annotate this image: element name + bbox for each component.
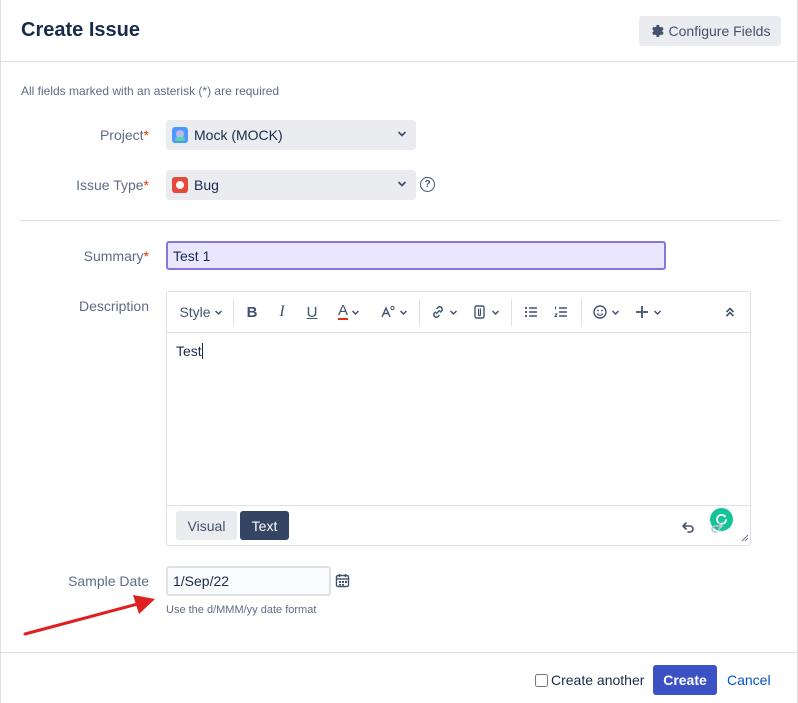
- redo-icon[interactable]: [709, 518, 725, 534]
- attachment-icon: [474, 305, 485, 319]
- insert-more-button[interactable]: [633, 300, 663, 324]
- attachment-button[interactable]: [471, 300, 501, 324]
- text-color-icon: A: [337, 302, 348, 320]
- style-dropdown[interactable]: Style: [179, 300, 223, 324]
- bullet-list-button[interactable]: [521, 300, 541, 324]
- chevron-down-icon: [449, 309, 458, 315]
- issue-type-label: Issue Type*: [76, 177, 149, 193]
- project-label: Project*: [99, 127, 149, 143]
- bold-button[interactable]: B: [242, 300, 262, 324]
- dialog-footer: Create another Create Cancel: [1, 652, 798, 703]
- bold-icon: B: [246, 303, 258, 321]
- style-label: Style: [179, 304, 211, 320]
- chevron-down-icon: [399, 309, 408, 315]
- editor-mode-bar: Visual Text: [167, 505, 750, 545]
- underline-button[interactable]: U: [302, 300, 322, 324]
- description-content: Test: [176, 343, 202, 359]
- calendar-icon[interactable]: [335, 573, 350, 588]
- text-effects-icon: [381, 305, 395, 318]
- chevron-down-icon: [653, 309, 662, 315]
- emoji-button[interactable]: [591, 300, 621, 324]
- cancel-link[interactable]: Cancel: [727, 672, 771, 688]
- text-color-button[interactable]: A: [332, 300, 366, 324]
- chevron-down-icon: [214, 309, 222, 315]
- date-format-hint: Use the d/MMM/yy date format: [166, 604, 317, 616]
- summary-input[interactable]: [166, 241, 666, 270]
- chevron-down-icon: [491, 309, 500, 315]
- sample-date-input[interactable]: [166, 566, 331, 596]
- more-formatting-button[interactable]: [379, 300, 409, 324]
- bug-icon: [172, 177, 188, 193]
- numbered-list-button[interactable]: [551, 300, 571, 324]
- emoji-icon: [593, 305, 607, 319]
- description-textarea[interactable]: Test: [167, 334, 750, 542]
- dialog-header: Create Issue Configure Fields: [1, 0, 798, 62]
- undo-icon[interactable]: [680, 518, 696, 534]
- chevron-down-icon: [611, 309, 620, 315]
- editor-toolbar: Style B I U A: [167, 292, 750, 333]
- create-another-checkbox[interactable]: Create another: [535, 672, 644, 688]
- summary-label: Summary*: [83, 248, 149, 264]
- issue-type-value: Bug: [194, 177, 219, 193]
- link-icon: [433, 306, 443, 318]
- configure-fields-label: Configure Fields: [668, 23, 771, 39]
- text-mode-tab[interactable]: Text: [240, 511, 289, 540]
- create-issue-dialog: Create Issue Configure Fields All fields…: [0, 0, 798, 703]
- bullet-list-icon: [524, 306, 537, 318]
- configure-fields-button[interactable]: Configure Fields: [639, 16, 781, 46]
- underline-icon: U: [306, 303, 318, 321]
- description-editor: Style B I U A Test Visual Text: [166, 291, 751, 546]
- project-select[interactable]: Mock (MOCK): [166, 120, 416, 150]
- sample-date-label: Sample Date: [68, 573, 149, 589]
- create-another-label: Create another: [551, 672, 645, 688]
- link-button[interactable]: [429, 300, 459, 324]
- chevron-down-icon: [397, 131, 407, 137]
- plus-icon: [636, 306, 648, 318]
- chevron-down-icon: [397, 181, 407, 187]
- italic-icon: I: [279, 303, 285, 320]
- create-another-check[interactable]: [535, 673, 548, 687]
- text-cursor: [201, 343, 203, 359]
- collapse-toolbar-button[interactable]: [720, 300, 740, 324]
- annotation-arrow-icon: [23, 595, 155, 636]
- numbered-list-icon: [553, 306, 567, 317]
- italic-button[interactable]: I: [272, 300, 292, 324]
- help-icon[interactable]: ?: [420, 177, 435, 192]
- dialog-title: Create Issue: [21, 19, 140, 41]
- double-chevron-up-icon: [725, 307, 735, 317]
- chevron-down-icon: [351, 309, 360, 315]
- visual-mode-tab[interactable]: Visual: [176, 511, 237, 540]
- gear-icon: [651, 24, 664, 37]
- issue-type-select[interactable]: Bug: [166, 170, 416, 200]
- required-fields-note: All fields marked with an asterisk (*) a…: [21, 84, 280, 98]
- project-value: Mock (MOCK): [194, 127, 283, 143]
- create-button[interactable]: Create: [653, 665, 717, 695]
- section-divider: [20, 220, 781, 221]
- description-label: Description: [78, 298, 149, 314]
- project-avatar-icon: [172, 127, 188, 143]
